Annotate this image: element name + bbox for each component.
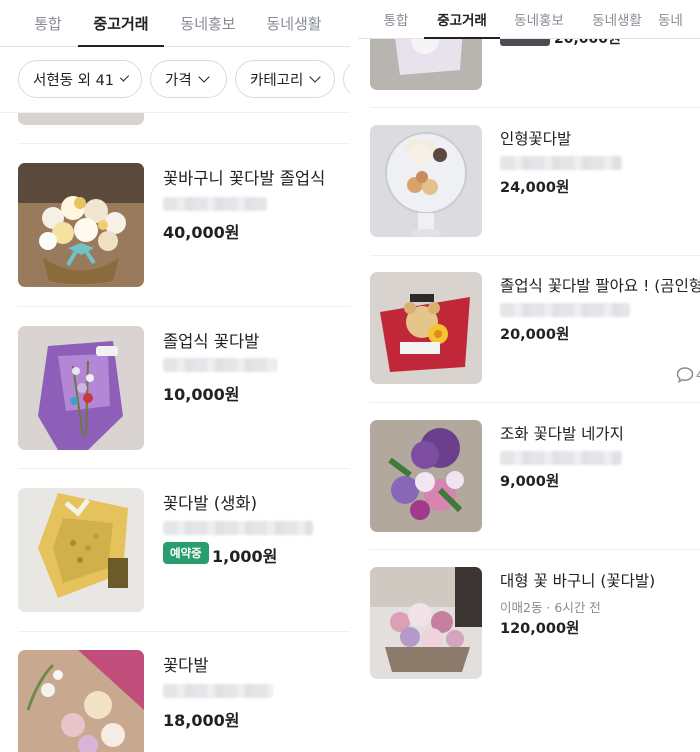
location-time-blurred bbox=[500, 303, 630, 317]
price-filter-chip[interactable]: 가격 bbox=[150, 60, 227, 98]
filter-chip-bar: 서현동 외 41 가격 카테고리 bbox=[0, 47, 350, 113]
listing-thumbnail-partial[interactable] bbox=[18, 113, 144, 125]
divider bbox=[18, 143, 350, 144]
more-filter-chip[interactable] bbox=[343, 60, 350, 98]
category-filter-label: 카테고리 bbox=[250, 72, 304, 89]
chevron-down-icon bbox=[198, 70, 210, 83]
tab-used-trade[interactable]: 중고거래 bbox=[424, 0, 500, 39]
chat-count: 4 bbox=[696, 367, 700, 382]
listing-price: 40,000원 bbox=[163, 223, 240, 242]
search-tab-bar: 통합 중고거래 동네홍보 동네생활 bbox=[0, 0, 350, 47]
search-tab-bar: 통합 중고거래 동네홍보 동네생활 동네 bbox=[358, 0, 700, 39]
location-time: 이매2동 · 6시간 전 bbox=[500, 600, 601, 615]
location-time-blurred bbox=[163, 358, 277, 372]
yellow-bouquet-photo bbox=[18, 488, 144, 612]
tab-local-promo[interactable]: 동네홍보 bbox=[501, 0, 577, 38]
divider bbox=[370, 549, 700, 550]
tab-used-trade[interactable]: 중고거래 bbox=[78, 0, 164, 47]
divider bbox=[18, 306, 350, 307]
reserved-status-badge: 예약중 bbox=[163, 542, 209, 564]
chat-bubble-icon bbox=[676, 367, 694, 384]
listing-title: 인형꽃다발 bbox=[500, 130, 572, 148]
category-filter-chip[interactable]: 카테고리 bbox=[235, 60, 335, 98]
divider bbox=[370, 107, 700, 108]
listing-price: 24,000원 bbox=[500, 180, 570, 196]
tab-local-promo[interactable]: 동네홍보 bbox=[166, 0, 250, 46]
location-time-blurred bbox=[163, 684, 273, 698]
pastel-bouquet-photo bbox=[18, 650, 144, 752]
listing-price: 18,000원 bbox=[163, 711, 240, 730]
listing-title: 꽃다발 bbox=[163, 656, 209, 675]
tab-local[interactable]: 동네 bbox=[658, 0, 700, 38]
location-filter-chip[interactable]: 서현동 외 41 bbox=[18, 60, 142, 98]
large-flower-basket-photo bbox=[370, 567, 482, 679]
listing-price: 20,000원 bbox=[500, 327, 570, 343]
price-filter-label: 가격 bbox=[165, 72, 192, 89]
flower-basket-photo bbox=[18, 163, 144, 287]
left-screenshot-panel: 통합 중고거래 동네홍보 동네생활 서현동 외 41 가격 카테고리 꽃바구니 … bbox=[0, 0, 350, 752]
divider bbox=[370, 402, 700, 403]
chevron-down-icon bbox=[309, 70, 322, 83]
location-time-blurred bbox=[163, 197, 267, 211]
tab-local-life[interactable]: 동네생활 bbox=[252, 0, 336, 46]
listing-title: 졸업식 꽃다발 팔아요 ! (곰인형) bbox=[500, 277, 700, 295]
listing-title: 조화 꽃다발 네가지 bbox=[500, 425, 624, 443]
chevron-down-icon bbox=[119, 71, 130, 82]
tab-all[interactable]: 통합 bbox=[18, 0, 78, 46]
location-time-blurred bbox=[163, 521, 313, 535]
divider bbox=[18, 468, 350, 469]
listing-price: 10,000원 bbox=[163, 385, 240, 404]
tab-local-life[interactable]: 동네생활 bbox=[579, 0, 655, 38]
purple-bouquet-photo bbox=[18, 326, 144, 450]
location-filter-label: 서현동 외 41 bbox=[33, 72, 115, 89]
listing-title: 졸업식 꽃다발 bbox=[163, 332, 260, 351]
divider bbox=[18, 631, 350, 632]
tab-all[interactable]: 통합 bbox=[368, 0, 424, 38]
panel-gap bbox=[350, 0, 358, 752]
artificial-flowers-photo bbox=[370, 420, 482, 532]
listing-title: 꽃바구니 꽃다발 졸업식 bbox=[163, 169, 326, 188]
divider bbox=[370, 255, 700, 256]
listing-title: 대형 꽃 바구니 (꽃다발) bbox=[500, 572, 656, 590]
listing-price: 9,000원 bbox=[500, 474, 560, 490]
listing-price: 120,000원 bbox=[500, 621, 580, 637]
listing-title: 꽃다발 (생화) bbox=[163, 494, 258, 513]
listing-price: 1,000원 bbox=[212, 547, 278, 566]
location-time-blurred bbox=[500, 156, 622, 170]
bear-balloon-bouquet-photo bbox=[370, 125, 482, 237]
location-time-blurred bbox=[500, 451, 622, 465]
teddy-bear-bouquet-photo bbox=[370, 272, 482, 384]
right-screenshot-panel: 20,000원 통합 중고거래 동네홍보 동네생활 동네 인형꽃다발 24,00… bbox=[358, 0, 700, 752]
